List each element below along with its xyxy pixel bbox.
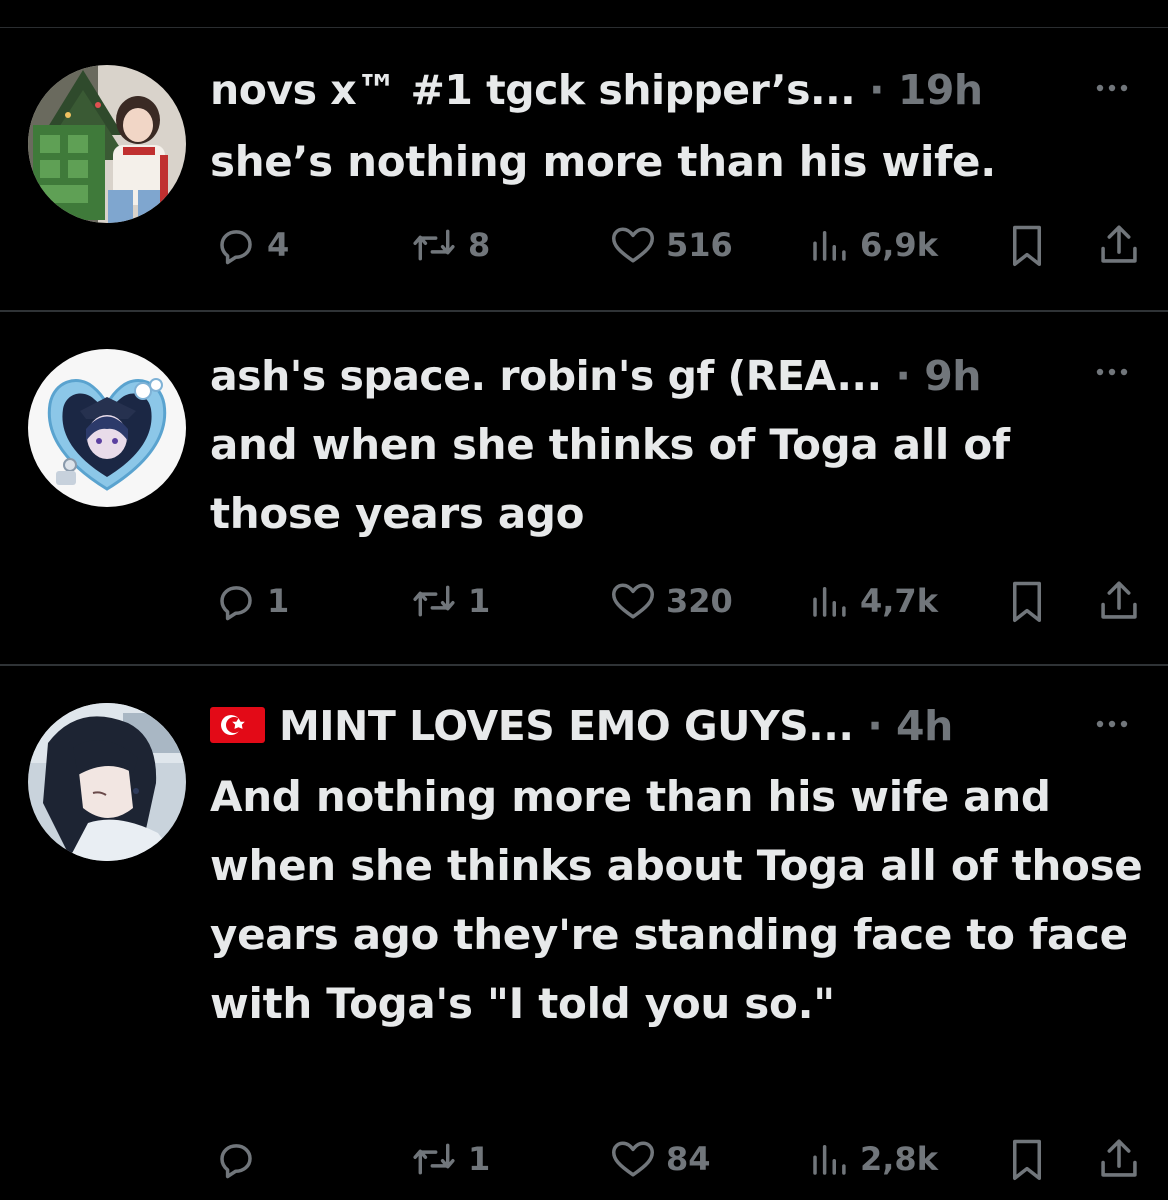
post-text: and when she thinks of Toga all of those… [210,420,1010,538]
post-1[interactable]: novs x™ #1 tgck shipper’s... · 19h she’s… [0,0,1168,312]
bookmark-button[interactable] [1006,1134,1048,1184]
views-count: 4,7k [860,582,938,620]
more-icon[interactable] [1086,78,1138,98]
timestamp[interactable]: 19h [898,66,983,114]
repost-icon [413,1143,455,1175]
timestamp[interactable]: 4h [896,702,953,750]
post-text: she’s nothing more than his wife. [210,137,996,186]
display-name[interactable]: ash's space. robin's gf (REA... [210,352,882,400]
bookmark-icon [1013,1139,1041,1180]
repost-button[interactable]: 1 [410,576,490,626]
avatar[interactable] [28,65,186,223]
share-icon [1101,225,1137,263]
views-button[interactable]: 6,9k [808,220,938,270]
views-count: 2,8k [860,1140,938,1178]
avatar[interactable] [28,349,186,507]
post-text: And nothing more than his wife and when … [210,772,1143,1028]
like-button[interactable]: 516 [610,220,733,270]
heart-icon [612,583,654,619]
more-icon[interactable] [1086,362,1138,382]
timestamp[interactable]: 9h [924,352,981,400]
reply-button[interactable]: 1 [215,576,289,626]
bookmark-icon [1013,581,1041,622]
share-button[interactable] [1097,576,1141,626]
share-icon [1101,581,1137,619]
share-button[interactable] [1097,220,1141,270]
post-3[interactable]: MINT LOVES EMO GUYS... · 4h And nothing … [0,666,1168,1200]
views-button[interactable]: 2,8k [808,1134,938,1184]
bookmark-button[interactable] [1006,220,1048,270]
views-icon [813,1145,846,1175]
reply-button[interactable] [215,1134,267,1184]
post-header: ash's space. robin's gf (REA... · 9h [210,352,981,400]
views-button[interactable]: 4,7k [808,576,938,626]
reply-count: 4 [267,226,290,264]
share-button[interactable] [1097,1134,1141,1184]
repost-button[interactable]: 1 [410,1134,490,1184]
reply-icon [220,230,252,265]
reply-count: 1 [267,582,290,620]
like-count: 84 [666,1140,711,1178]
bookmark-button[interactable] [1006,576,1048,626]
action-bar: 4 8 516 6,9k [0,220,1168,270]
post-header: MINT LOVES EMO GUYS... · 4h [210,702,953,750]
views-count: 6,9k [860,226,938,264]
avatar[interactable] [28,703,186,861]
turkey-flag-icon [210,707,265,743]
heart-icon [612,1141,654,1177]
like-button[interactable]: 84 [610,1134,711,1184]
separator-dot: · [869,66,885,114]
views-icon [813,231,846,261]
repost-icon [413,229,455,261]
more-icon[interactable] [1086,714,1138,734]
like-count: 516 [666,226,733,264]
heart-icon [612,227,654,263]
repost-button[interactable]: 8 [410,220,490,270]
share-icon [1101,1139,1137,1177]
reply-icon [220,1144,252,1179]
bookmark-icon [1013,225,1041,266]
action-bar: 1 1 320 4,7k [0,576,1168,626]
repost-count: 1 [468,582,491,620]
action-bar: 1 84 2,8k [0,1134,1168,1184]
display-name[interactable]: novs x™ #1 tgck shipper’s... [210,66,856,114]
separator-dot: · [867,702,883,750]
post-header: novs x™ #1 tgck shipper’s... · 19h [210,66,983,114]
repost-count: 8 [468,226,491,264]
like-count: 320 [666,582,733,620]
repost-count: 1 [468,1140,491,1178]
like-button[interactable]: 320 [610,576,733,626]
post-2[interactable]: ash's space. robin's gf (REA... · 9h and… [0,312,1168,666]
display-name[interactable]: MINT LOVES EMO GUYS... [279,702,854,750]
separator-dot: · [895,352,911,400]
views-icon [813,587,846,617]
repost-icon [413,585,455,617]
reply-icon [220,586,252,621]
reply-button[interactable]: 4 [215,220,289,270]
